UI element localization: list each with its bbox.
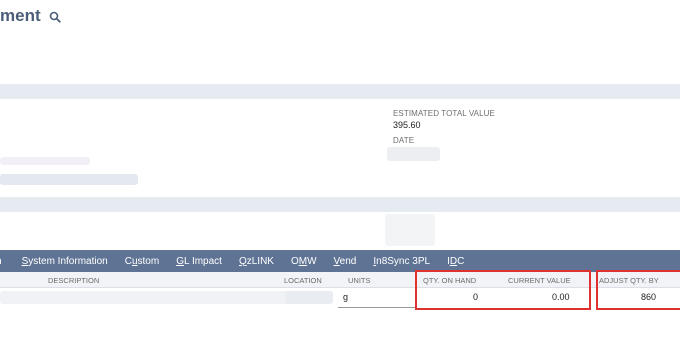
date-label: DATE <box>393 136 415 145</box>
section-header-band <box>0 197 680 212</box>
tab-vend[interactable]: Vend <box>334 256 357 267</box>
highlight-box-qty-value <box>415 270 591 310</box>
redacted-item-cell <box>0 291 300 304</box>
estimated-total-value-label: ESTIMATED TOTAL VALUE <box>393 109 495 118</box>
search-icon[interactable] <box>49 11 61 23</box>
redacted-location-cell <box>285 291 333 304</box>
redacted-field <box>385 214 435 246</box>
column-header-units: UNITS <box>348 276 371 285</box>
tab-in8sync-3pl[interactable]: In8Sync 3PL <box>373 256 430 267</box>
page-title-text: ment <box>0 6 41 25</box>
tab-idc[interactable]: IDC <box>447 256 464 267</box>
page-title: ment <box>0 6 61 26</box>
redacted-field <box>0 174 138 185</box>
estimated-total-value: 395.60 <box>393 120 421 130</box>
units-field-underline <box>338 307 416 308</box>
tab-system-information[interactable]: System Information <box>22 256 108 267</box>
units-cell[interactable]: g <box>343 292 348 302</box>
tab-partial[interactable]: n <box>0 256 2 267</box>
column-header-description: DESCRIPTION <box>48 276 100 285</box>
tab-custom[interactable]: Custom <box>125 256 159 267</box>
column-header-location: LOCATION <box>284 276 322 285</box>
tab-omw[interactable]: OMW <box>291 256 317 267</box>
tab-gl-impact[interactable]: GL Impact <box>176 256 222 267</box>
date-value-redacted <box>387 147 440 161</box>
subtab-bar: n System Information Custom GL Impact Qz… <box>0 250 680 272</box>
highlight-box-adjust-qty <box>596 270 680 310</box>
section-header-band <box>0 84 680 99</box>
redacted-field <box>0 157 90 165</box>
tab-qzlink[interactable]: QzLINK <box>239 256 274 267</box>
